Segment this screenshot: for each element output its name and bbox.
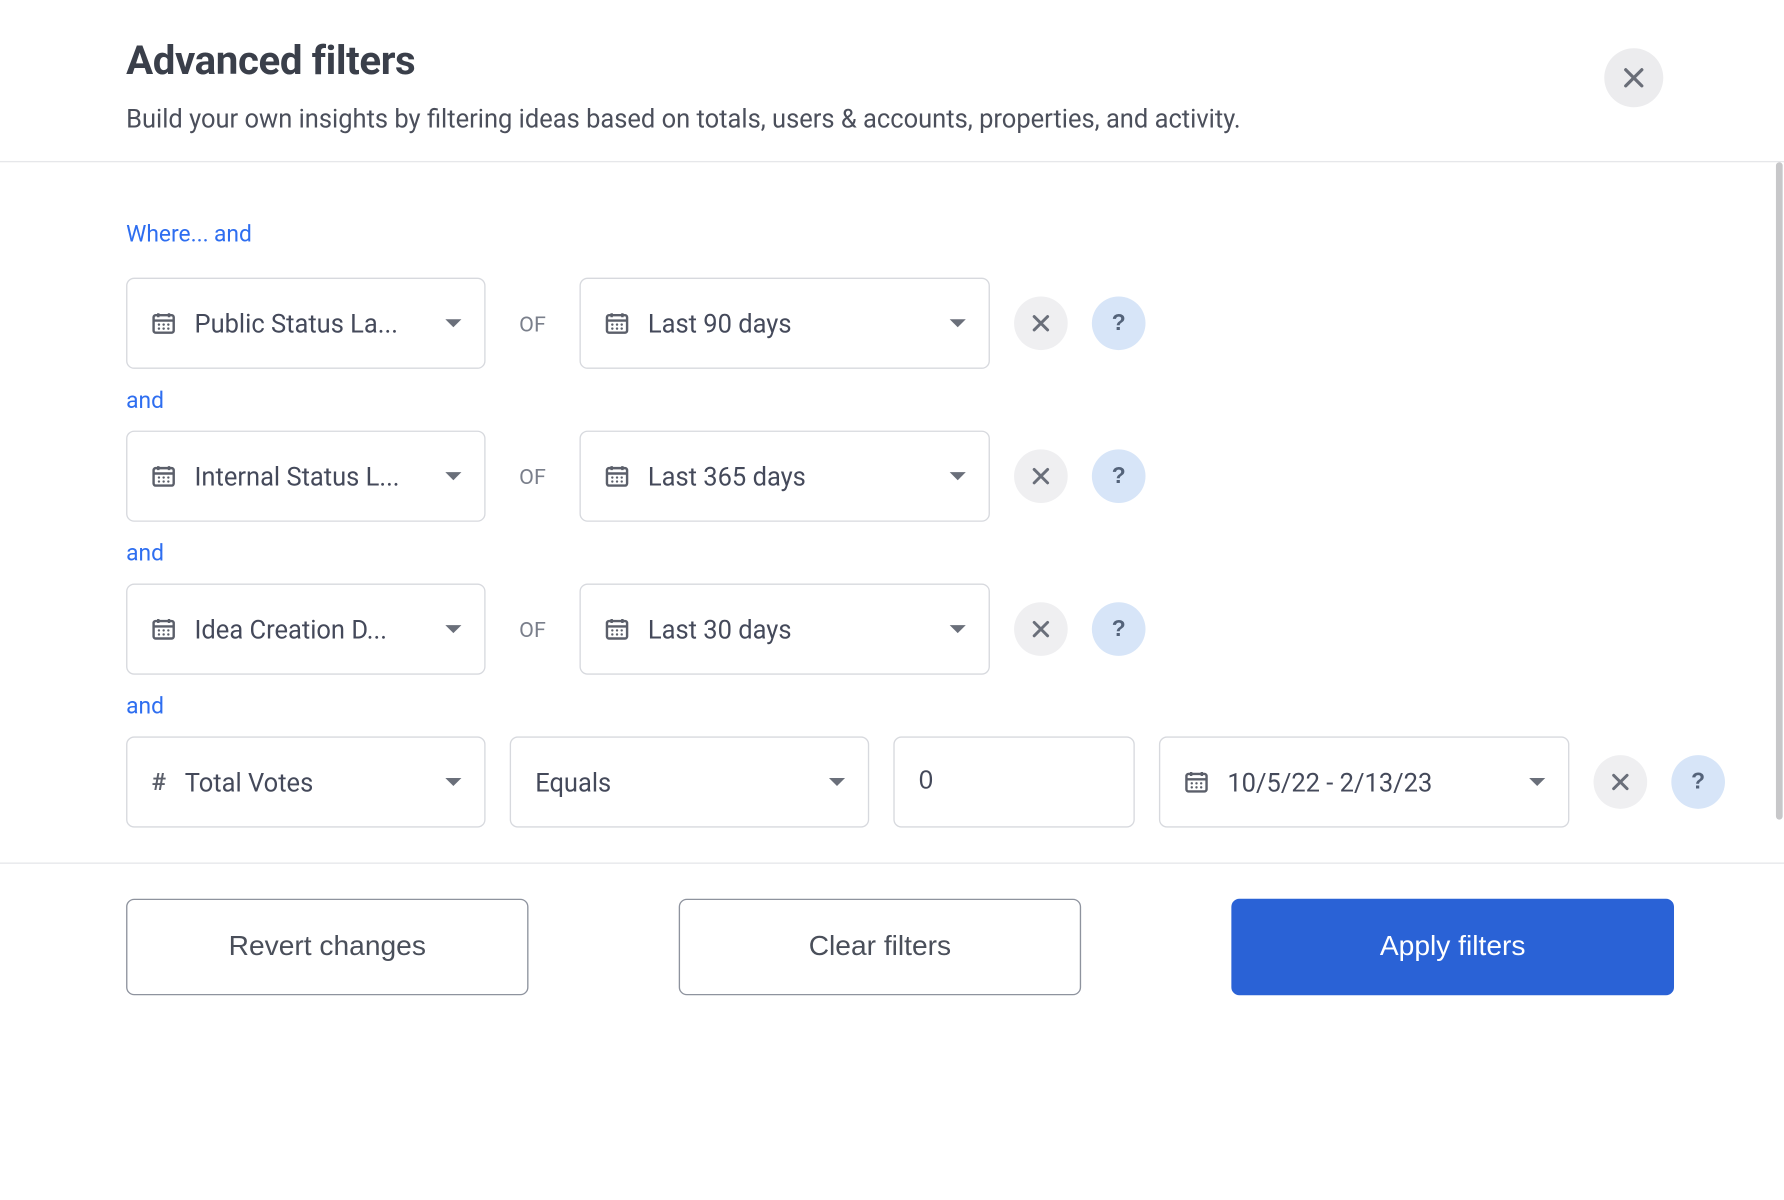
and-link-1[interactable]: and [214,221,252,248]
of-label-2: OF [510,463,556,488]
help-button-2[interactable]: ? [1092,449,1146,503]
value-select-2[interactable]: Last 365 days [579,431,989,522]
chevron-down-icon [444,775,463,788]
clear-filters-button[interactable]: Clear filters [679,899,1081,996]
scrollbar[interactable] [1776,162,1783,819]
value-label: Last 30 days [648,614,948,645]
close-icon [1032,314,1051,333]
value-input-4[interactable] [893,736,1134,827]
value-label: Last 90 days [648,308,948,339]
field-label: Total Votes [185,767,444,798]
remove-row-button-2[interactable] [1014,449,1068,503]
of-label-3: OF [510,616,556,641]
close-icon [1032,620,1051,639]
field-select-1[interactable]: Public Status La... [126,278,485,369]
help-button-3[interactable]: ? [1092,602,1146,656]
question-icon: ? [1691,769,1705,796]
chevron-down-icon [1528,775,1547,788]
filters-body: Where... and Public Status La... OF Last… [0,162,1784,862]
modal-footer: Revert changes Clear filters Apply filte… [0,864,1784,1049]
value-select-1[interactable]: Last 90 days [579,278,989,369]
chevron-down-icon [948,317,967,330]
question-icon: ? [1112,616,1126,643]
close-icon [1623,67,1644,88]
value-label: Last 365 days [648,461,948,492]
and-link-4[interactable]: and [126,693,164,720]
chevron-down-icon [948,469,967,482]
where-link[interactable]: Where... [126,221,209,248]
revert-changes-button[interactable]: Revert changes [126,899,528,996]
calendar-icon [152,311,176,335]
calendar-icon [605,464,629,488]
chevron-down-icon [444,469,463,482]
calendar-icon [605,617,629,641]
help-button-1[interactable]: ? [1092,296,1146,350]
clear-label: Clear filters [809,931,951,963]
modal-subtitle: Build your own insights by filtering ide… [126,103,1730,134]
filter-row-4: # Total Votes Equals 10/5/22 - 2/13/23 [126,736,1730,827]
close-button[interactable] [1604,48,1663,107]
filter-row-2: Internal Status L... OF Last 365 days [126,431,1730,522]
hash-icon: # [152,768,166,796]
close-icon [1611,773,1630,792]
operator-select-4[interactable]: Equals [510,736,869,827]
field-select-4[interactable]: # Total Votes [126,736,485,827]
remove-row-button-4[interactable] [1594,755,1648,809]
field-label: Internal Status L... [194,461,443,492]
help-button-4[interactable]: ? [1671,755,1725,809]
operator-label: Equals [535,767,827,798]
chevron-down-icon [828,775,847,788]
apply-filters-button[interactable]: Apply filters [1231,899,1674,996]
calendar-icon [1184,770,1208,794]
chevron-down-icon [444,317,463,330]
date-range-select-4[interactable]: 10/5/22 - 2/13/23 [1159,736,1569,827]
revert-label: Revert changes [229,931,426,963]
of-label-1: OF [510,311,556,336]
question-icon: ? [1112,310,1126,337]
filter-row-3: Idea Creation D... OF Last 30 days [126,583,1730,674]
filter-row-1: Public Status La... OF Last 90 days [126,278,1730,369]
field-select-3[interactable]: Idea Creation D... [126,583,485,674]
and-link-3[interactable]: and [126,541,164,568]
question-icon: ? [1112,463,1126,490]
calendar-icon [152,617,176,641]
calendar-icon [605,311,629,335]
modal-header: Advanced filters Build your own insights… [0,0,1784,161]
close-icon [1032,467,1051,486]
calendar-icon [152,464,176,488]
remove-row-button-3[interactable] [1014,602,1068,656]
field-select-2[interactable]: Internal Status L... [126,431,485,522]
chevron-down-icon [948,622,967,635]
field-label: Idea Creation D... [194,614,443,645]
modal-title: Advanced filters [126,38,1730,85]
and-link-2[interactable]: and [126,388,164,415]
apply-label: Apply filters [1380,931,1526,963]
date-range-label: 10/5/22 - 2/13/23 [1227,767,1527,798]
remove-row-button-1[interactable] [1014,296,1068,350]
chevron-down-icon [444,622,463,635]
field-label: Public Status La... [194,308,443,339]
value-select-3[interactable]: Last 30 days [579,583,989,674]
